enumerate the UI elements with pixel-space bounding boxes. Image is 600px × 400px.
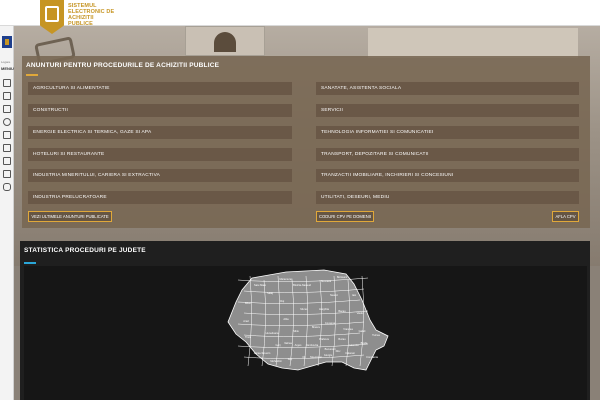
category-constructions[interactable]: CONSTRUCTII xyxy=(28,104,292,117)
county-label[interactable]: Arges xyxy=(295,343,302,347)
county-label[interactable]: Caras-Severin xyxy=(254,351,271,355)
county-label[interactable]: Galati xyxy=(359,329,366,333)
county-label[interactable]: Braila xyxy=(361,341,368,345)
building-arch xyxy=(214,32,236,52)
county-label[interactable]: Alba xyxy=(283,317,289,321)
category-manufacturing[interactable]: INDUSTRIA PRELUCRATOARE xyxy=(28,191,292,204)
help-icon[interactable] xyxy=(3,118,11,126)
county-label[interactable]: Dambovita xyxy=(306,343,319,347)
county-label[interactable]: Hunedoara xyxy=(266,331,279,335)
sidebar: Logare MENIU xyxy=(0,26,14,400)
category-health[interactable]: SANATATE, ASISTENTA SOCIALA xyxy=(316,82,579,95)
county-label[interactable]: Giurgiu xyxy=(324,353,333,357)
find-cpv-button[interactable]: AFLA CPV xyxy=(552,211,579,222)
county-label[interactable]: Olt xyxy=(302,355,306,359)
county-label[interactable]: Botosani xyxy=(337,275,348,279)
category-real-estate[interactable]: TRANZACTII IMOBILIARE, INCHIRIERI SI CON… xyxy=(316,169,579,182)
list-icon[interactable] xyxy=(3,92,11,100)
category-utilities[interactable]: UTILITATI, DESEURI, MEDIU xyxy=(316,191,579,204)
county-label[interactable]: Bacau xyxy=(338,309,346,313)
county-label[interactable]: Tulcea xyxy=(372,333,380,337)
map-container: Maramures Satu Mare Bihor Arad Timis Caras-Se… xyxy=(24,266,587,400)
county-label[interactable]: Cluj xyxy=(280,299,285,303)
calendar-icon[interactable] xyxy=(3,105,11,113)
menu-label[interactable]: MENIU xyxy=(1,66,14,71)
county-label[interactable]: Mures xyxy=(300,307,308,311)
category-hotels[interactable]: HOTELURI SI RESTAURANTE xyxy=(28,148,292,161)
county-label[interactable]: Vaslui xyxy=(357,311,364,315)
latest-announcements-button[interactable]: VEZI ULTIMELE ANUNTURI PUBLICATE xyxy=(28,211,112,222)
county-label[interactable]: Gorj xyxy=(276,343,281,347)
romania-county-map[interactable]: Maramures Satu Mare Bihor Arad Timis Caras-Se… xyxy=(24,266,587,400)
settings-icon[interactable] xyxy=(3,131,11,139)
county-label[interactable]: Mehedinti xyxy=(270,359,282,363)
county-label[interactable]: Suceava xyxy=(321,279,332,283)
card-icon[interactable] xyxy=(3,157,11,165)
category-transport[interactable]: TRANSPORT, DEPOZITARE SI COMUNICATII xyxy=(316,148,579,161)
county-label[interactable]: Bucuresti xyxy=(325,347,336,351)
county-label[interactable]: Prahova xyxy=(319,337,329,341)
category-it[interactable]: TEHNOLOGIA INFORMATIEI SI COMUNICATIEI xyxy=(316,126,579,139)
brand-line: PUBLICE xyxy=(68,21,93,27)
cpv-codes-button[interactable]: CODURI CPV PE DOMENII xyxy=(316,211,374,222)
county-label[interactable]: Vrancea xyxy=(343,327,353,331)
category-mining[interactable]: INDUSTRIA MINERITULUI, CARIERA SI EXTRAC… xyxy=(28,169,292,182)
county-label[interactable]: Valcea xyxy=(284,341,292,345)
county-label[interactable]: Maramures xyxy=(279,277,293,281)
county-label[interactable]: Ilfov xyxy=(336,349,341,353)
county-label[interactable]: Salaj xyxy=(267,291,273,295)
statistics-title: STATISTICA PROCEDURI PE JUDETE xyxy=(24,247,146,254)
county-label[interactable]: Ialomita xyxy=(349,343,359,347)
category-energy[interactable]: ENERGIE ELECTRICA SI TERMICA, GAZE SI AP… xyxy=(28,126,292,139)
county-label[interactable]: Harghita xyxy=(319,307,329,311)
tool-icon[interactable] xyxy=(3,144,11,152)
county-label[interactable]: Covasna xyxy=(325,321,336,325)
chat-icon[interactable] xyxy=(3,183,11,191)
county-label[interactable]: Calarasi xyxy=(345,351,355,355)
login-label[interactable]: Logare xyxy=(1,60,10,64)
statistics-underline xyxy=(24,262,36,264)
brand-name[interactable]: SISTEMUL ELECTRONIC DE ACHIZITII PUBLICE xyxy=(68,3,114,27)
category-services[interactable]: SERVICII xyxy=(316,104,579,117)
monitor-icon[interactable] xyxy=(3,170,11,178)
county-label[interactable]: Constanta xyxy=(366,355,378,359)
county-label[interactable]: Brasov xyxy=(312,325,321,329)
county-label[interactable]: Bistrita-Nasaud xyxy=(293,283,311,287)
coat-of-arms-icon xyxy=(2,36,12,48)
title-underline xyxy=(26,74,38,76)
building-illustration-right xyxy=(368,28,578,58)
statistics-panel: STATISTICA PROCEDURI PE JUDETE Maramures… xyxy=(20,241,590,400)
county-label[interactable]: Buzau xyxy=(338,337,346,341)
county-label[interactable]: Bihor xyxy=(245,301,251,305)
document-icon[interactable] xyxy=(3,79,11,87)
county-label[interactable]: Sibiu xyxy=(293,329,299,333)
county-label[interactable]: Iasi xyxy=(352,293,356,297)
category-agriculture[interactable]: AGRICULTURA SI ALIMENTATIE xyxy=(28,82,292,95)
county-label[interactable]: Arad xyxy=(243,319,249,323)
county-label[interactable]: Satu Mare xyxy=(254,283,267,287)
announcements-panel: ANUNTURI PENTRU PROCEDURILE DE ACHIZITII… xyxy=(22,56,590,228)
county-label[interactable]: Dolj xyxy=(288,357,293,361)
announcements-title: ANUNTURI PENTRU PROCEDURILE DE ACHIZITII… xyxy=(26,62,220,69)
county-label[interactable]: Neamt xyxy=(330,293,338,297)
county-label[interactable]: Teleorman xyxy=(310,355,323,359)
county-label[interactable]: Timis xyxy=(245,335,252,339)
